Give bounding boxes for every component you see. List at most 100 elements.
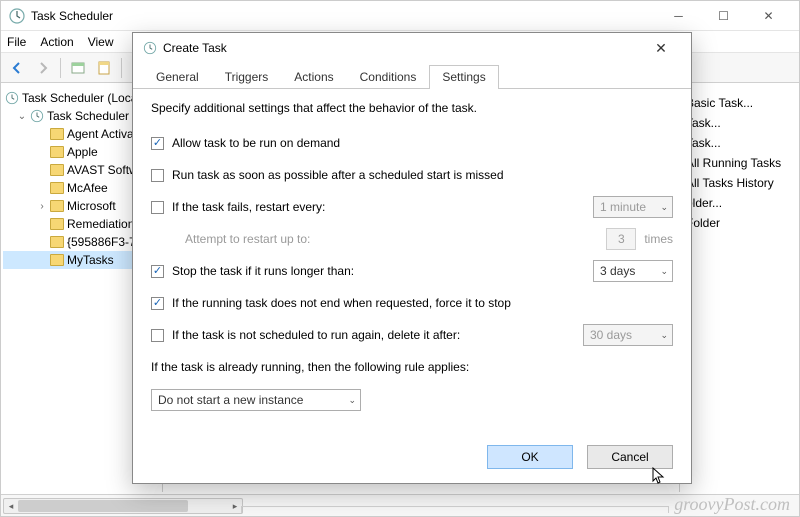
actions-pane: Basic Task... Task... Task... All Runnin…: [679, 85, 799, 492]
tab-triggers[interactable]: Triggers: [212, 65, 282, 89]
opt-fail-restart: If the task fails, restart every: 1 minu…: [151, 195, 673, 219]
scroll-thumb[interactable]: [18, 500, 188, 512]
titlebar: Task Scheduler ─ ☐ ✕: [1, 1, 799, 31]
dialog-titlebar: Create Task ✕: [133, 33, 691, 63]
arrow-left-icon: [10, 61, 24, 75]
tab-actions[interactable]: Actions: [281, 65, 346, 89]
opt-run-asap: Run task as soon as possible after a sch…: [151, 163, 673, 187]
horizontal-scrollbar[interactable]: ◂ ▸: [3, 498, 243, 514]
rule-select[interactable]: Do not start a new instance ⌄: [151, 389, 361, 411]
tabstrip: General Triggers Actions Conditions Sett…: [133, 63, 691, 89]
label: If the running task does not end when re…: [172, 296, 673, 310]
stop-duration-select[interactable]: 3 days ⌄: [593, 260, 673, 282]
opt-allow-demand: Allow task to be run on demand: [151, 131, 673, 155]
checkbox-force-stop[interactable]: [151, 297, 164, 310]
select-value: 3 days: [600, 264, 635, 278]
window-title: Task Scheduler: [31, 9, 656, 23]
label-suffix: times: [644, 232, 673, 246]
create-task-dialog: Create Task ✕ General Triggers Actions C…: [132, 32, 692, 484]
chevron-down-icon: ⌄: [660, 266, 668, 277]
action-item[interactable]: All Tasks History: [686, 173, 793, 193]
dialog-body: Specify additional settings that affect …: [133, 89, 691, 421]
close-button[interactable]: ✕: [746, 2, 791, 30]
attempt-count-input[interactable]: 3: [606, 228, 636, 250]
action-item[interactable]: Folder: [686, 213, 793, 233]
action-item[interactable]: All Running Tasks: [686, 153, 793, 173]
checkbox-stop-longer[interactable]: [151, 265, 164, 278]
cancel-button[interactable]: Cancel: [587, 445, 673, 469]
checkbox-allow-demand[interactable]: [151, 137, 164, 150]
scroll-left-icon[interactable]: ◂: [4, 499, 18, 513]
tab-general[interactable]: General: [143, 65, 212, 89]
opt-stop-longer: Stop the task if it runs longer than: 3 …: [151, 259, 673, 283]
checkbox-delete-after[interactable]: [151, 329, 164, 342]
tab-settings[interactable]: Settings: [429, 65, 498, 89]
rule-label-row: If the task is already running, then the…: [151, 355, 673, 379]
nav-forward-button[interactable]: [31, 56, 55, 80]
toolbar-separator: [121, 58, 122, 78]
label: If the task is already running, then the…: [151, 360, 469, 374]
toolbar-run-button[interactable]: [92, 56, 116, 80]
tree-label: McAfee: [67, 181, 108, 195]
action-item[interactable]: Task...: [686, 113, 793, 133]
clock-icon: [143, 41, 157, 55]
dialog-title: Create Task: [163, 41, 641, 55]
tree-label: Task Scheduler (Local: [22, 91, 140, 105]
chevron-down-icon: ⌄: [660, 202, 668, 213]
folder-icon: [50, 200, 64, 212]
folder-icon: [50, 254, 64, 266]
intro-text: Specify additional settings that affect …: [151, 101, 673, 115]
clock-icon: [30, 109, 44, 123]
action-item[interactable]: Task...: [686, 133, 793, 153]
toolbar-action-button[interactable]: [66, 56, 90, 80]
window-icon: [71, 61, 85, 75]
mouse-cursor-icon: [652, 467, 666, 485]
tree-label: Microsoft: [67, 199, 116, 213]
select-value: 1 minute: [600, 200, 646, 214]
folder-icon: [50, 236, 64, 248]
select-value: Do not start a new instance: [158, 393, 303, 407]
nav-back-button[interactable]: [5, 56, 29, 80]
folder-icon: [50, 218, 64, 230]
dialog-button-row: OK Cancel: [487, 445, 673, 469]
menu-file[interactable]: File: [7, 35, 26, 49]
menu-view[interactable]: View: [88, 35, 114, 49]
clock-icon: [5, 91, 19, 105]
maximize-button[interactable]: ☐: [701, 2, 746, 30]
label: If the task fails, restart every:: [172, 200, 585, 214]
chevron-down-icon: ⌄: [660, 330, 668, 341]
arrow-right-icon: [36, 61, 50, 75]
expand-icon[interactable]: ›: [37, 201, 47, 212]
folder-icon: [50, 164, 64, 176]
opt-force-stop: If the running task does not end when re…: [151, 291, 673, 315]
checkbox-run-asap[interactable]: [151, 169, 164, 182]
tree-label: Apple: [67, 145, 98, 159]
label: Run task as soon as possible after a sch…: [172, 168, 673, 182]
ok-button[interactable]: OK: [487, 445, 573, 469]
action-item[interactable]: Basic Task...: [686, 93, 793, 113]
toolbar-separator: [60, 58, 61, 78]
delete-after-select[interactable]: 30 days ⌄: [583, 324, 673, 346]
folder-icon: [50, 182, 64, 194]
more-arrow-icon[interactable]: ▸: [686, 233, 793, 253]
chevron-down-icon: ⌄: [348, 395, 356, 406]
label: Stop the task if it runs longer than:: [172, 264, 585, 278]
action-item[interactable]: older...: [686, 193, 793, 213]
app-clock-icon: [9, 8, 25, 24]
restart-interval-select[interactable]: 1 minute ⌄: [593, 196, 673, 218]
opt-delete-after: If the task is not scheduled to run agai…: [151, 323, 673, 347]
menu-action[interactable]: Action: [40, 35, 73, 49]
page-icon: [97, 61, 111, 75]
tree-label: Remediation: [67, 217, 134, 231]
minimize-button[interactable]: ─: [656, 2, 701, 30]
tab-conditions[interactable]: Conditions: [347, 65, 430, 89]
expand-icon[interactable]: ⌄: [17, 111, 27, 122]
folder-icon: [50, 146, 64, 158]
dialog-close-button[interactable]: ✕: [641, 34, 681, 62]
folder-icon: [50, 128, 64, 140]
label: Allow task to be run on demand: [172, 136, 673, 150]
opt-attempt-restart: Attempt to restart up to: 3 times: [151, 227, 673, 251]
scroll-right-icon[interactable]: ▸: [228, 499, 242, 513]
content-bottom-border: [241, 506, 669, 513]
checkbox-fail-restart[interactable]: [151, 201, 164, 214]
